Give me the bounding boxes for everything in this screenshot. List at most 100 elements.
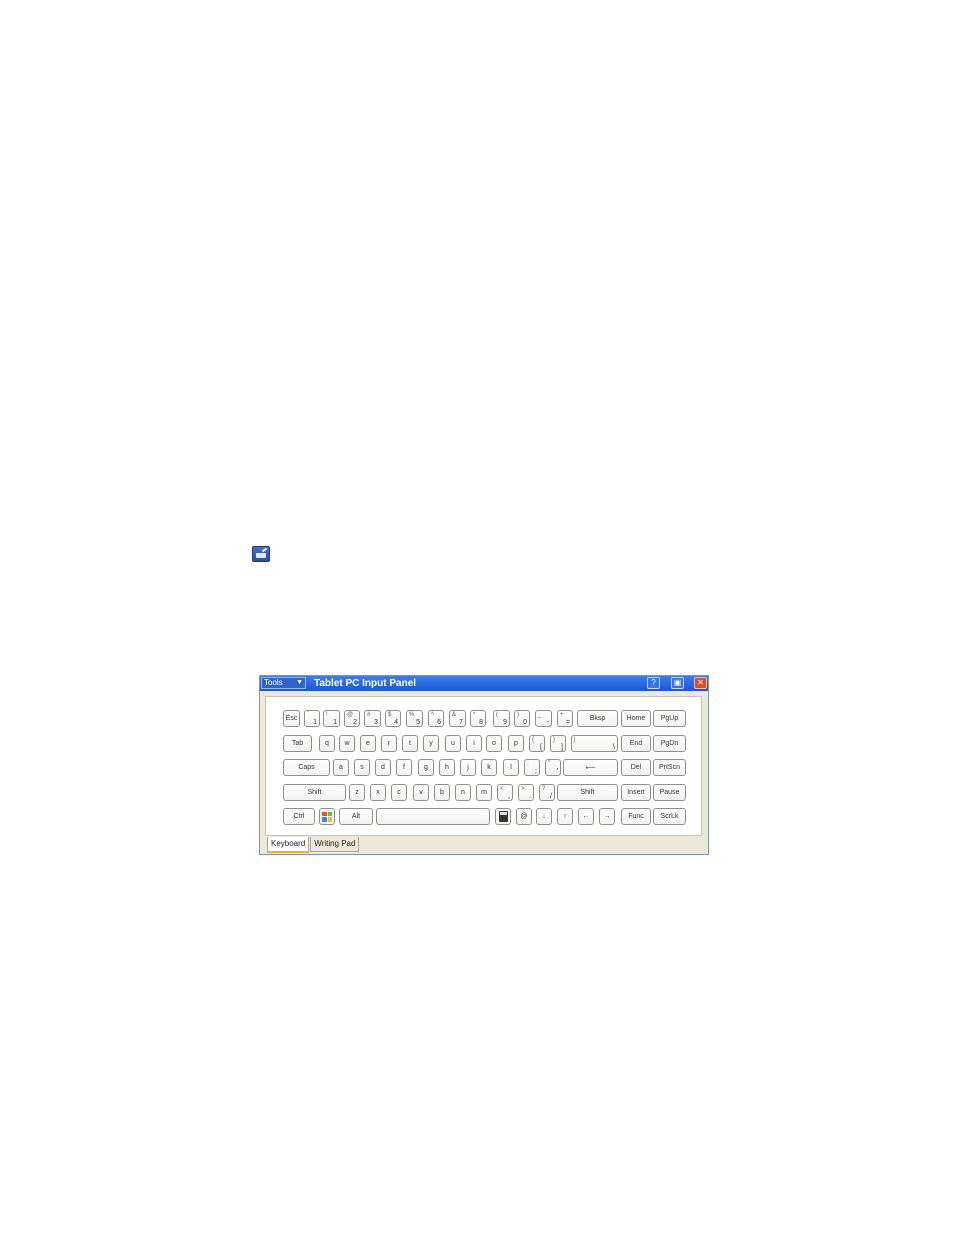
key-row2-9[interactable]: o bbox=[486, 735, 502, 752]
key-row3-9[interactable]: l bbox=[503, 759, 519, 776]
key-row5-0[interactable]: Ctrl bbox=[283, 808, 315, 825]
key-label: 9 bbox=[503, 719, 507, 726]
key-row3-6[interactable]: h bbox=[439, 759, 455, 776]
tab-keyboard[interactable]: Keyboard bbox=[267, 837, 310, 853]
key-row5-11[interactable]: ScrLk bbox=[653, 808, 686, 825]
key-row5-9[interactable]: → bbox=[599, 808, 615, 825]
key-row1-10[interactable]: (9 bbox=[493, 710, 510, 727]
key-row4-2[interactable]: x bbox=[370, 784, 386, 801]
key-row1-9[interactable]: * 8 bbox=[470, 710, 486, 727]
key-label: 6 bbox=[437, 719, 441, 726]
key-row2-2[interactable]: w bbox=[339, 735, 355, 752]
key-row1-7[interactable]: ^ 6 bbox=[428, 710, 444, 727]
key-row4-8[interactable]: <, bbox=[497, 784, 513, 801]
key-row3-10[interactable]: :; bbox=[524, 759, 540, 776]
key-row5-5[interactable]: @ bbox=[516, 808, 532, 825]
key-row3-13[interactable]: Del bbox=[621, 759, 651, 776]
key-row3-0[interactable]: Caps bbox=[283, 759, 330, 776]
key-label: o bbox=[492, 740, 496, 747]
key-row1-0[interactable]: Esc bbox=[283, 710, 300, 727]
key-row2-10[interactable]: p bbox=[508, 735, 524, 752]
key-row3-1[interactable]: a bbox=[333, 759, 349, 776]
key-label: w bbox=[344, 740, 350, 747]
key-row4-11[interactable]: Shift bbox=[557, 784, 618, 801]
key-row4-9[interactable]: >. bbox=[518, 784, 534, 801]
key-row2-14[interactable]: End bbox=[621, 735, 651, 752]
key-row3-4[interactable]: f bbox=[396, 759, 412, 776]
dock-icon[interactable]: ▣ bbox=[671, 677, 684, 689]
key-row2-11[interactable]: {[ bbox=[529, 735, 545, 752]
key-row4-12[interactable]: Insert bbox=[621, 784, 651, 801]
key-row5-3[interactable] bbox=[376, 808, 490, 825]
key-row4-0[interactable]: Shift bbox=[283, 784, 346, 801]
key-shift-symbol: : bbox=[527, 761, 529, 767]
key-row2-3[interactable]: e bbox=[360, 735, 376, 752]
key-row2-8[interactable]: i bbox=[466, 735, 482, 752]
key-row1-16[interactable]: PgUp bbox=[653, 710, 686, 727]
key-row4-13[interactable]: Pause bbox=[653, 784, 686, 801]
key-label: Shift bbox=[307, 789, 322, 796]
key-row3-7[interactable]: j bbox=[460, 759, 476, 776]
key-row2-1[interactable]: q bbox=[319, 735, 335, 752]
key-label: a bbox=[339, 764, 343, 771]
close-icon[interactable]: ✕ bbox=[694, 677, 707, 689]
key-row3-12[interactable]: ⟵ bbox=[563, 759, 618, 776]
key-row5-4[interactable] bbox=[495, 808, 511, 825]
key-row1-8[interactable]: & 7 bbox=[449, 710, 466, 727]
key-row1-13[interactable]: + = bbox=[557, 710, 573, 727]
key-row3-8[interactable]: k bbox=[481, 759, 497, 776]
key-label: ScrLk bbox=[660, 813, 679, 820]
key-row4-7[interactable]: m bbox=[476, 784, 492, 801]
key-row3-5[interactable]: g bbox=[418, 759, 434, 776]
key-label: ← bbox=[582, 813, 590, 820]
key-row5-8[interactable]: ← bbox=[578, 808, 594, 825]
key-label: 7 bbox=[459, 719, 463, 726]
key-row1-6[interactable]: % 5 bbox=[406, 710, 423, 727]
key-row1-4[interactable]: #3 bbox=[364, 710, 381, 727]
windows-logo-icon bbox=[322, 811, 332, 822]
key-row2-4[interactable]: r bbox=[381, 735, 397, 752]
key-row1-2[interactable]: ! 1 bbox=[323, 710, 340, 727]
key-row4-4[interactable]: v bbox=[413, 784, 429, 801]
key-row1-3[interactable]: @2 bbox=[344, 710, 360, 727]
key-row1-14[interactable]: Bksp bbox=[577, 710, 618, 727]
key-row1-12[interactable]: _ - bbox=[535, 710, 552, 727]
key-row4-5[interactable]: b bbox=[434, 784, 450, 801]
key-row5-2[interactable]: Alt bbox=[339, 808, 373, 825]
key-row1-1[interactable]: ` 1 bbox=[304, 710, 320, 727]
key-row2-15[interactable]: PgDn bbox=[653, 735, 686, 752]
key-row5-6[interactable]: ↓ bbox=[536, 808, 552, 825]
key-label: - bbox=[546, 719, 549, 726]
key-row4-3[interactable]: c bbox=[391, 784, 407, 801]
tools-menu-button[interactable]: Tools ▼ bbox=[261, 677, 306, 689]
key-row2-6[interactable]: y bbox=[423, 735, 439, 752]
key-row3-11[interactable]: " ' bbox=[545, 759, 561, 776]
key-row1-15[interactable]: Home bbox=[621, 710, 651, 727]
key-row2-7[interactable]: u bbox=[445, 735, 461, 752]
key-row2-0[interactable]: Tab bbox=[283, 735, 312, 752]
key-row1-5[interactable]: $4 bbox=[385, 710, 401, 727]
key-row2-5[interactable]: t bbox=[402, 735, 418, 752]
key-row5-7[interactable]: ↑ bbox=[557, 808, 573, 825]
key-row2-12[interactable]: }] bbox=[550, 735, 566, 752]
help-icon[interactable]: ? bbox=[647, 677, 660, 689]
key-row1-11[interactable]: ) 0 bbox=[514, 710, 530, 727]
tab-writing-pad[interactable]: Writing Pad bbox=[310, 837, 360, 852]
key-label: Del bbox=[630, 764, 642, 771]
key-row4-10[interactable]: ? / bbox=[539, 784, 555, 801]
key-row4-1[interactable]: z bbox=[349, 784, 365, 801]
calculator-icon bbox=[498, 811, 508, 822]
key-row3-3[interactable]: d bbox=[375, 759, 391, 776]
key-row3-14[interactable]: PrtScn bbox=[653, 759, 686, 776]
key-label: PgUp bbox=[660, 715, 679, 722]
key-label: 1 bbox=[313, 719, 317, 726]
key-row5-1[interactable] bbox=[319, 808, 335, 825]
key-row5-10[interactable]: Func bbox=[621, 808, 651, 825]
key-row3-2[interactable]: s bbox=[354, 759, 370, 776]
key-label: ' bbox=[556, 768, 558, 775]
tablet-pc-input-panel: Tools ▼ Tablet PC Input Panel ? ▣ ✕ Esc `… bbox=[259, 675, 709, 855]
key-row2-13[interactable]: | \ bbox=[571, 735, 618, 752]
key-shift-symbol: * bbox=[473, 712, 476, 718]
input-panel-tray-icon[interactable] bbox=[252, 546, 270, 562]
key-row4-6[interactable]: n bbox=[455, 784, 471, 801]
